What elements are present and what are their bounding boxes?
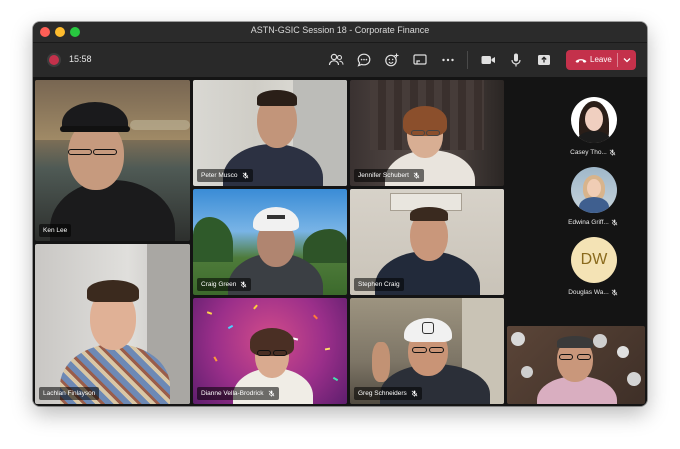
- chat-icon[interactable]: [355, 51, 373, 69]
- avatar: [571, 97, 617, 143]
- camera-icon[interactable]: [479, 51, 497, 69]
- participant-name-tag: Jennifer Schubert: [354, 169, 424, 182]
- sidebar-participant[interactable]: Edwina Griff...: [553, 159, 633, 229]
- share-screen-icon[interactable]: [411, 51, 429, 69]
- participant-name-tag: Ken Lee: [39, 224, 72, 237]
- video-tile[interactable]: Dianne Vella-Brodrick: [193, 298, 347, 404]
- recording-icon: [49, 55, 59, 65]
- meeting-timer: 15:58: [69, 54, 92, 64]
- avatar-initials: DW: [571, 237, 617, 283]
- muted-mic-icon: [609, 149, 616, 156]
- more-options-icon[interactable]: [439, 51, 457, 69]
- participant-name: Douglas Wa...: [568, 289, 609, 297]
- toolbar-divider: [467, 51, 468, 69]
- title-bar: ASTN-GSIC Session 18 - Corporate Finance: [33, 22, 647, 43]
- participant-name-tag: Stephen Craig: [354, 278, 404, 291]
- muted-mic-icon: [413, 172, 420, 179]
- participant-name: Greg Schneiders: [358, 390, 407, 397]
- participant-name: Stephen Craig: [358, 281, 400, 288]
- video-tile[interactable]: Lachlan Finlayson: [35, 244, 190, 404]
- participant-name-tag: Peter Musco: [197, 169, 253, 182]
- video-grid: Ken Lee Peter Musco Jennifer Schubert Cr…: [33, 77, 647, 406]
- participant-name-tag: Dianne Vella-Brodrick: [197, 387, 279, 400]
- leave-label: Leave: [590, 55, 612, 64]
- avatar: [571, 167, 617, 213]
- participant-name-tag: Greg Schneiders: [354, 387, 422, 400]
- chevron-down-icon[interactable]: [620, 53, 634, 67]
- participant-name: Lachlan Finlayson: [43, 390, 96, 397]
- participant-name: Casey Tho...: [570, 149, 607, 157]
- muted-mic-icon: [241, 281, 247, 288]
- participants-icon[interactable]: [327, 51, 345, 69]
- leave-button[interactable]: Leave: [566, 50, 636, 70]
- share-tray-icon[interactable]: [535, 51, 553, 69]
- video-tile[interactable]: Ken Lee: [35, 80, 190, 241]
- self-view-tile[interactable]: [507, 326, 645, 404]
- participant-name: Dianne Vella-Brodrick: [201, 390, 264, 397]
- muted-mic-icon: [611, 289, 618, 296]
- sidebar-participant-name: Casey Tho...: [553, 149, 633, 156]
- participant-name-tag: Craig Green: [197, 278, 252, 291]
- muted-mic-icon: [268, 390, 274, 397]
- participant-name: Jennifer Schubert: [358, 172, 409, 179]
- video-tile[interactable]: Greg Schneiders: [350, 298, 504, 404]
- microphone-icon[interactable]: [507, 51, 525, 69]
- video-tile[interactable]: Jennifer Schubert: [350, 80, 504, 186]
- participant-name-tag: Lachlan Finlayson: [39, 387, 100, 400]
- muted-mic-icon: [611, 219, 618, 226]
- participant-name: Craig Green: [201, 281, 237, 288]
- sidebar-participant[interactable]: Casey Tho...: [553, 87, 633, 157]
- reactions-icon[interactable]: [383, 51, 401, 69]
- muted-mic-icon: [242, 172, 248, 179]
- sidebar-participant-name: Douglas Wa...: [553, 289, 633, 296]
- sidebar-participant[interactable]: DW Douglas Wa...: [553, 229, 633, 299]
- participant-name: Edwina Griff...: [568, 219, 609, 227]
- hang-up-icon: [575, 59, 587, 63]
- participant-name: Peter Musco: [201, 172, 238, 179]
- muted-mic-icon: [411, 390, 418, 397]
- video-tile-active-speaker[interactable]: Stephen Craig: [350, 189, 504, 295]
- teams-meeting-window: ASTN-GSIC Session 18 - Corporate Finance…: [33, 22, 647, 406]
- video-tile[interactable]: Craig Green: [193, 189, 347, 295]
- meeting-toolbar: 15:58 Leave: [33, 43, 647, 77]
- sidebar-participant-name: Edwina Griff...: [553, 219, 633, 226]
- leave-divider: [617, 53, 618, 67]
- participant-name: Ken Lee: [43, 227, 68, 234]
- video-tile[interactable]: Peter Musco: [193, 80, 347, 186]
- window-title: ASTN-GSIC Session 18 - Corporate Finance: [250, 25, 430, 35]
